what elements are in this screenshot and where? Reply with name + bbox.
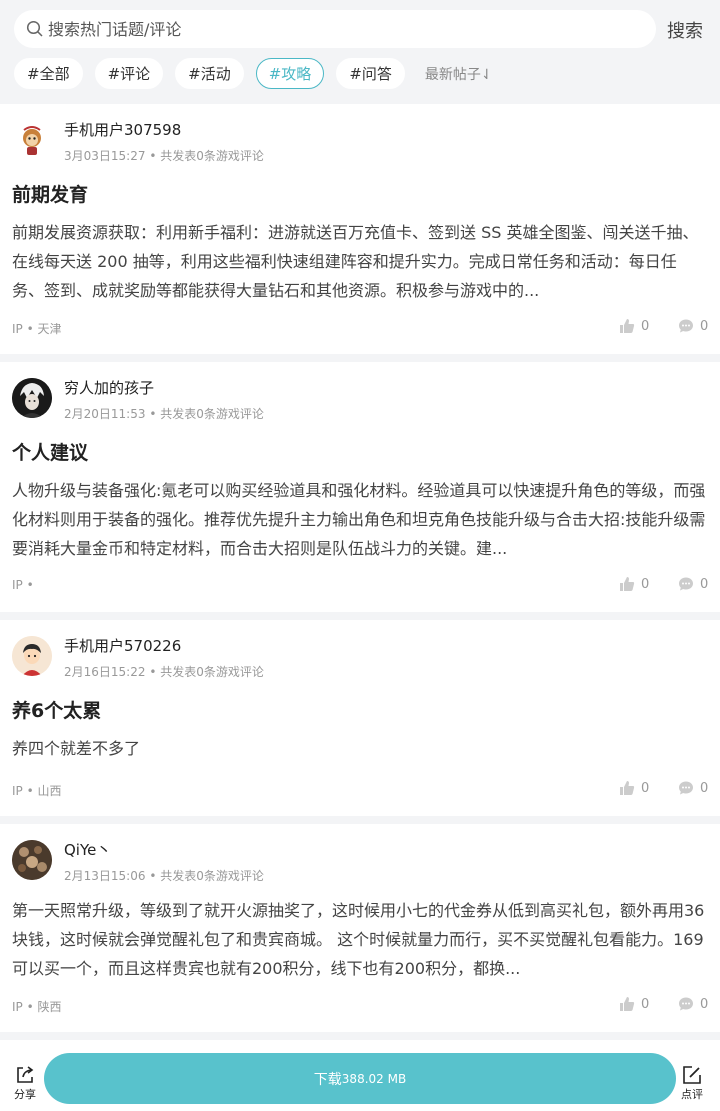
download-size: 388.02 MB bbox=[341, 1071, 407, 1086]
post-card[interactable]: 穷人加的孩子 2月20日11:53 • 共发表0条游戏评论 个人建议 人物升级与… bbox=[0, 362, 720, 612]
download-label: 下载 bbox=[313, 1071, 342, 1088]
search-input[interactable] bbox=[48, 19, 608, 39]
like-button[interactable]: 0 bbox=[619, 780, 649, 796]
post-body: 人物升级与装备强化:氪老可以购买经验道具和强化材料。经验道具可以快速提升角色的等… bbox=[12, 481, 706, 558]
post-date: 2月20日11:53 bbox=[64, 407, 146, 421]
username[interactable]: QiYe丶 bbox=[64, 839, 111, 860]
cartoon-boy-avatar-icon bbox=[12, 636, 52, 676]
post-date: 3月03日15:27 bbox=[64, 149, 146, 163]
post-ip: IP • 陕西 bbox=[12, 1000, 62, 1014]
comment-button[interactable]: 0 bbox=[678, 576, 708, 592]
post-ip: IP • bbox=[12, 578, 34, 592]
post-ip: IP • 天津 bbox=[12, 322, 62, 336]
thumb-up-icon bbox=[620, 577, 635, 591]
comment-icon bbox=[679, 997, 693, 1011]
like-button[interactable]: 0 bbox=[619, 576, 649, 592]
search-button[interactable]: 搜索 bbox=[667, 17, 703, 43]
post-count: • 共发表0条游戏评论 bbox=[145, 149, 264, 163]
thumb-up-icon bbox=[620, 319, 635, 333]
comment-icon bbox=[679, 577, 693, 591]
comment-count: 0 bbox=[700, 318, 709, 334]
like-count: 0 bbox=[641, 996, 650, 1012]
avatar[interactable] bbox=[12, 840, 52, 880]
post-count: • 共发表0条游戏评论 bbox=[145, 869, 264, 883]
post-title: 前期发育 bbox=[12, 184, 89, 206]
thumb-up-icon bbox=[620, 997, 635, 1011]
post-title: 养6个太累 bbox=[12, 700, 102, 722]
username[interactable]: 手机用户570226 bbox=[64, 635, 181, 656]
avatar[interactable] bbox=[12, 120, 52, 160]
search-icon bbox=[26, 20, 43, 37]
post-card[interactable]: 手机用户570226 2月16日15:22 • 共发表0条游戏评论 养6个太累 … bbox=[0, 620, 720, 816]
username[interactable]: 穷人加的孩子 bbox=[64, 377, 154, 398]
monkey-avatar-icon bbox=[12, 120, 52, 160]
post-date: 2月13日15:06 bbox=[64, 869, 146, 883]
tag-event[interactable]: #活动 bbox=[175, 58, 244, 89]
comment-count: 0 bbox=[700, 996, 709, 1012]
comment-count: 0 bbox=[700, 576, 709, 592]
comment-button[interactable]: 0 bbox=[678, 780, 708, 796]
search-box[interactable] bbox=[14, 10, 656, 48]
post-body: 第一天照常升级，等级到了就开火源抽奖了，这时候用小七的代金券从低到高买礼包，额外… bbox=[12, 901, 705, 978]
tag-all[interactable]: #全部 bbox=[14, 58, 83, 89]
pattern-avatar-icon bbox=[12, 840, 52, 880]
tag-guide[interactable]: #攻略 bbox=[255, 58, 325, 89]
like-button[interactable]: 0 bbox=[619, 318, 649, 334]
username[interactable]: 手机用户307598 bbox=[64, 119, 181, 140]
tag-filter-bar: #全部 #评论 #活动 #攻略 #问答 最新帖子⇃ bbox=[14, 58, 493, 89]
anime-avatar-icon bbox=[12, 378, 52, 418]
post-meta: 2月16日15:22 • 共发表0条游戏评论 bbox=[64, 663, 264, 680]
like-count: 0 bbox=[641, 576, 650, 592]
share-label: 分享 bbox=[14, 1088, 36, 1101]
thumb-up-icon bbox=[620, 781, 635, 795]
top-bar: 搜索 #全部 #评论 #活动 #攻略 #问答 最新帖子⇃ bbox=[0, 0, 720, 104]
comment-icon bbox=[679, 319, 693, 333]
like-count: 0 bbox=[641, 318, 650, 334]
edit-icon bbox=[683, 1066, 701, 1084]
post-card[interactable]: 手机用户307598 3月03日15:27 • 共发表0条游戏评论 前期发育 前… bbox=[0, 104, 720, 354]
tag-review[interactable]: #评论 bbox=[94, 58, 164, 89]
comment-button[interactable]: 0 bbox=[678, 996, 708, 1012]
post-card[interactable]: QiYe丶 2月13日15:06 • 共发表0条游戏评论 第一天照常升级，等级到… bbox=[0, 824, 720, 1032]
post-body: 养四个就差不多了 bbox=[12, 739, 141, 758]
review-label: 点评 bbox=[681, 1088, 703, 1101]
share-button[interactable]: 分享 bbox=[14, 1064, 36, 1102]
download-button[interactable]: 下载 388.02 MB bbox=[44, 1053, 676, 1104]
share-icon bbox=[17, 1066, 34, 1083]
comment-count: 0 bbox=[700, 780, 709, 796]
post-body: 前期发展资源获取：利用新手福利：进游就送百万充值卡、签到送 SS 英雄全图鉴、闯… bbox=[12, 223, 699, 300]
tag-qa[interactable]: #问答 bbox=[336, 58, 405, 89]
comment-icon bbox=[679, 781, 693, 795]
avatar[interactable] bbox=[12, 378, 52, 418]
avatar[interactable] bbox=[12, 636, 52, 676]
post-meta: 2月13日15:06 • 共发表0条游戏评论 bbox=[64, 867, 264, 884]
post-title: 个人建议 bbox=[12, 442, 89, 464]
post-date: 2月16日15:22 bbox=[64, 665, 146, 679]
post-ip: IP • 山西 bbox=[12, 784, 62, 798]
post-meta: 2月20日11:53 • 共发表0条游戏评论 bbox=[64, 405, 264, 422]
post-count: • 共发表0条游戏评论 bbox=[145, 665, 264, 679]
like-button[interactable]: 0 bbox=[619, 996, 649, 1012]
sort-dropdown[interactable]: 最新帖子⇃ bbox=[425, 64, 493, 84]
bottom-bar: 分享 下载 388.02 MB 点评 bbox=[0, 1040, 720, 1111]
post-count: • 共发表0条游戏评论 bbox=[145, 407, 264, 421]
like-count: 0 bbox=[641, 780, 650, 796]
post-meta: 3月03日15:27 • 共发表0条游戏评论 bbox=[64, 147, 264, 164]
comment-button[interactable]: 0 bbox=[678, 318, 708, 334]
review-button[interactable]: 点评 bbox=[681, 1064, 703, 1102]
